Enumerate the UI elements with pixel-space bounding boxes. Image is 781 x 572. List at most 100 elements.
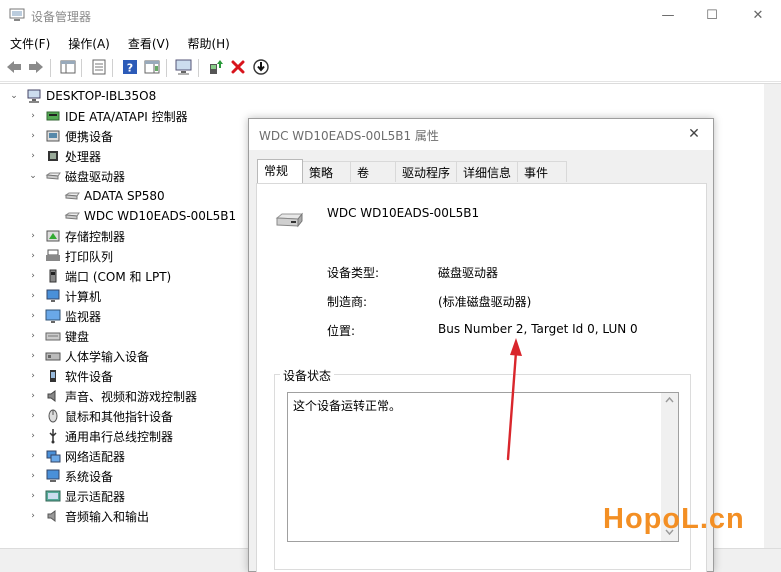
update-driver-button[interactable] — [207, 58, 225, 76]
tree-item-label: 便携设备 — [65, 129, 114, 144]
device-manager-icon — [9, 8, 25, 21]
hid-icon — [45, 348, 61, 364]
dialog-close-button[interactable]: ✕ — [685, 125, 703, 143]
help-button[interactable]: ? — [121, 58, 139, 76]
tree-item-monitor[interactable]: › 监视器 — [27, 306, 101, 326]
tree-item-portable-device[interactable]: › 便携设备 — [27, 126, 113, 146]
tab-policies[interactable]: 策略 — [302, 161, 351, 182]
tab-events[interactable]: 事件 — [517, 161, 567, 182]
disk-drive-icon — [64, 188, 80, 204]
tree-item-ide-controller[interactable]: › IDE ATA/ATAPI 控制器 — [27, 106, 187, 126]
network-icon — [45, 448, 61, 464]
chevron-right-icon[interactable]: › — [27, 410, 39, 422]
device-name: WDC WD10EADS-00L5B1 — [327, 206, 480, 220]
device-status-group: 设备状态 这个设备运转正常。 — [274, 367, 691, 570]
tree-item-sound[interactable]: › 声音、视频和游戏控制器 — [27, 386, 197, 406]
watermark-part1: HopoL — [603, 503, 700, 535]
tree-item-computer[interactable]: › 计算机 — [27, 286, 101, 306]
tab-details[interactable]: 详细信息 — [456, 161, 518, 182]
maximize-button[interactable]: ☐ — [689, 0, 735, 30]
tree-child-disk[interactable]: WDC WD10EADS-00L5B1 — [64, 206, 236, 226]
menu-view[interactable]: 查看(V) — [118, 32, 178, 54]
tab-volumes[interactable]: 卷 — [350, 161, 396, 182]
minimize-button[interactable]: — — [645, 0, 691, 30]
tree-item-audio-io[interactable]: › 音频输入和输出 — [27, 506, 149, 526]
close-icon: ✕ — [752, 7, 764, 23]
chevron-right-icon[interactable]: › — [27, 310, 39, 322]
arrow-left-icon — [7, 61, 21, 73]
tree-item-storage-controller[interactable]: › 存储控制器 — [27, 226, 125, 246]
toolbar-separator — [198, 59, 199, 77]
tree-item-label: 计算机 — [65, 289, 102, 304]
tree-item-processor[interactable]: › 处理器 — [27, 146, 101, 166]
tree-item-label: 端口 (COM 和 LPT) — [65, 269, 172, 284]
location-label: 位置: — [327, 324, 356, 338]
tab-general[interactable]: 常规 — [257, 159, 303, 183]
scan-hardware-button[interactable] — [175, 58, 193, 76]
tree-scrollbar[interactable] — [764, 84, 781, 548]
delete-x-icon — [231, 60, 245, 74]
site-watermark: HopoL.cn — [603, 503, 745, 536]
tree-item-mouse[interactable]: › 鼠标和其他指针设备 — [27, 406, 173, 426]
tree-item-hid[interactable]: › 人体学输入设备 — [27, 346, 149, 366]
chevron-right-icon[interactable]: › — [27, 290, 39, 302]
disable-device-button[interactable] — [252, 58, 270, 76]
toolbar-separator — [166, 59, 167, 77]
collapse-chevron-icon[interactable]: ⌄ — [8, 90, 20, 102]
toolbar-separator — [50, 59, 51, 77]
tree-item-usb[interactable]: › 通用串行总线控制器 — [27, 426, 173, 446]
help-icon: ? — [123, 60, 137, 75]
forward-button[interactable] — [27, 58, 45, 76]
close-button[interactable]: ✕ — [735, 0, 781, 30]
menu-file[interactable]: 文件(F) — [0, 32, 58, 54]
tree-root[interactable]: ⌄ DESKTOP-IBL35O8 — [8, 86, 156, 106]
menu-action[interactable]: 操作(A) — [58, 32, 118, 54]
tree-item-keyboard[interactable]: › 键盘 — [27, 326, 89, 346]
tree-item-label: 网络适配器 — [65, 449, 126, 464]
tree-item-printer[interactable]: › 打印队列 — [27, 246, 113, 266]
tree-item-port[interactable]: › 端口 (COM 和 LPT) — [27, 266, 171, 286]
show-hide-tree-button[interactable] — [59, 58, 77, 76]
tree-item-system-device[interactable]: › 系统设备 — [27, 466, 113, 486]
tree-item-display-adapter[interactable]: › 显示适配器 — [27, 486, 125, 506]
chevron-right-icon[interactable]: › — [27, 150, 39, 162]
uninstall-device-button[interactable] — [229, 58, 247, 76]
tab-driver[interactable]: 驱动程序 — [395, 161, 457, 182]
chevron-right-icon[interactable]: › — [27, 490, 39, 502]
show-action-pane-button[interactable] — [143, 58, 161, 76]
back-button[interactable] — [5, 58, 23, 76]
tree-item-software-device[interactable]: › 软件设备 — [27, 366, 113, 386]
chevron-right-icon[interactable]: › — [27, 510, 39, 522]
chevron-right-icon[interactable]: › — [27, 250, 39, 262]
chevron-right-icon[interactable]: › — [27, 130, 39, 142]
dialog-title: WDC WD10EADS-00L5B1 属性 — [259, 129, 439, 143]
chevron-right-icon[interactable]: › — [27, 390, 39, 402]
chevron-right-icon[interactable]: › — [27, 330, 39, 342]
computer-root-icon — [26, 88, 42, 104]
menu-help[interactable]: 帮助(H) — [177, 32, 237, 54]
tree-child-label: WDC WD10EADS-00L5B1 — [84, 209, 237, 223]
tree-child-disk[interactable]: ADATA SP580 — [64, 186, 165, 206]
tree-item-label: 监视器 — [65, 309, 102, 324]
down-arrow-circle-icon — [253, 59, 269, 75]
chevron-right-icon[interactable]: › — [27, 110, 39, 122]
action-pane-icon — [144, 60, 160, 74]
system-device-icon — [45, 468, 61, 484]
chevron-right-icon[interactable]: › — [27, 470, 39, 482]
title-bar: 设备管理器 — ☐ ✕ — [0, 0, 781, 32]
chevron-right-icon[interactable]: › — [27, 350, 39, 362]
tree-item-label: 通用串行总线控制器 — [65, 429, 174, 444]
chevron-right-icon[interactable]: › — [27, 270, 39, 282]
chevron-right-icon[interactable]: › — [27, 430, 39, 442]
processor-icon — [45, 148, 61, 164]
watermark-part2: .cn — [699, 503, 745, 535]
properties-button[interactable] — [90, 58, 108, 76]
chevron-right-icon[interactable]: › — [27, 370, 39, 382]
chevron-right-icon[interactable]: › — [27, 450, 39, 462]
close-icon: ✕ — [688, 126, 700, 142]
chevron-right-icon[interactable]: › — [27, 230, 39, 242]
tree-item-label: 鼠标和其他指针设备 — [65, 409, 174, 424]
chevron-down-icon[interactable]: ⌄ — [27, 170, 39, 182]
tree-item-disk-drive[interactable]: ⌄ 磁盘驱动器 — [27, 166, 125, 186]
tree-item-network[interactable]: › 网络适配器 — [27, 446, 125, 466]
